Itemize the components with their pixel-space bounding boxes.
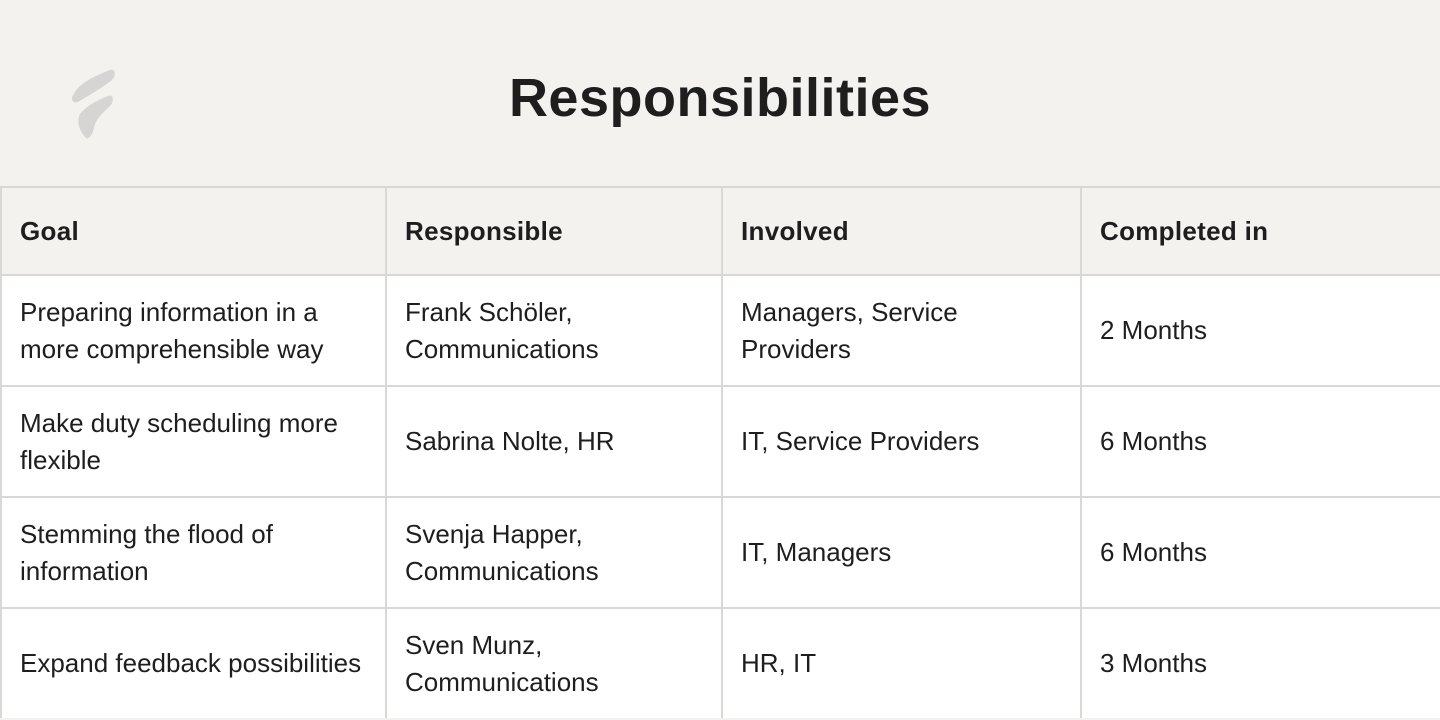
table-row: Expand feedback possibilities Sven Munz,… xyxy=(0,607,1440,718)
cell-responsible: Sven Munz, Communications xyxy=(385,607,723,718)
table-row: Stemming the flood of information Svenja… xyxy=(0,496,1440,609)
cell-responsible: Frank Schöler, Communications xyxy=(385,274,723,387)
cell-completed-in: 2 Months xyxy=(1080,274,1440,387)
table-header-row: Goal Responsible Involved Completed in xyxy=(0,186,1440,276)
cell-involved: IT, Managers xyxy=(721,496,1082,609)
column-header-completed-in: Completed in xyxy=(1080,186,1440,276)
cell-responsible: Sabrina Nolte, HR xyxy=(385,385,723,498)
cell-goal: Preparing information in a more comprehe… xyxy=(0,274,387,387)
column-header-goal: Goal xyxy=(0,186,387,276)
page-header: Responsibilities xyxy=(0,0,1440,187)
responsibilities-table: Goal Responsible Involved Completed in P… xyxy=(0,186,1440,718)
column-header-responsible: Responsible xyxy=(385,186,723,276)
cell-goal: Expand feedback possibilities xyxy=(0,607,387,718)
table-row: Preparing information in a more comprehe… xyxy=(0,274,1440,387)
column-header-involved: Involved xyxy=(721,186,1082,276)
cell-involved: IT, Service Providers xyxy=(721,385,1082,498)
cell-completed-in: 6 Months xyxy=(1080,496,1440,609)
table-row: Make duty scheduling more flexible Sabri… xyxy=(0,385,1440,498)
cell-goal: Stemming the flood of information xyxy=(0,496,387,609)
cell-responsible: Svenja Happer, Communications xyxy=(385,496,723,609)
page-title: Responsibilities xyxy=(508,68,932,128)
cell-completed-in: 6 Months xyxy=(1080,385,1440,498)
cell-goal: Make duty scheduling more flexible xyxy=(0,385,387,498)
cell-involved: Managers, Service Providers xyxy=(721,274,1082,387)
cell-involved: HR, IT xyxy=(721,607,1082,718)
cell-completed-in: 3 Months xyxy=(1080,607,1440,718)
